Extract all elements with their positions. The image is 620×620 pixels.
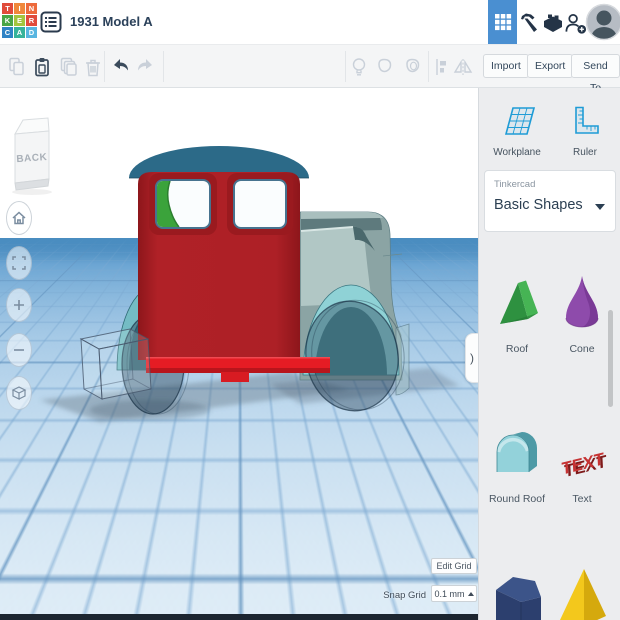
avatar[interactable] [585, 3, 620, 41]
dashboard-tiles-button[interactable] [488, 0, 517, 44]
logo-tile: R [26, 15, 37, 26]
tiles-grid-icon [494, 14, 511, 31]
zoom-out-button[interactable] [6, 333, 32, 367]
panel-collapse-handle[interactable]: ) [465, 333, 478, 383]
perspective-toggle-button[interactable] [6, 376, 32, 410]
caret-up-icon [467, 591, 474, 596]
zoom-in-button[interactable] [6, 288, 32, 322]
shape-item-text[interactable]: TEXT TEXT [557, 428, 610, 483]
toolbar-separator [163, 51, 164, 82]
workplane-label: Workplane [493, 147, 541, 158]
logo-tile: T [2, 3, 13, 14]
toolbar-separator [428, 51, 429, 82]
export-button[interactable]: Export [527, 54, 574, 78]
view-cube-face-label: BACK [16, 152, 48, 165]
workplane-icon [504, 107, 536, 135]
snap-grid-dropdown[interactable]: 0.1 mm [431, 585, 477, 602]
design-title: 1931 Model A [70, 14, 153, 29]
logo-tile: N [26, 3, 37, 14]
panel-scrollbar[interactable] [608, 310, 613, 407]
logo-tile: E [14, 15, 25, 26]
copy-icon[interactable] [4, 54, 30, 80]
blocks-pickaxe-icon[interactable] [517, 11, 541, 35]
home-view-button[interactable] [6, 201, 32, 235]
shape-label: Cone [569, 343, 595, 355]
workplane-front-edge [0, 614, 478, 620]
paste-icon[interactable] [29, 54, 55, 80]
snap-grid-label: Snap Grid [383, 590, 426, 601]
show-all-lightbulb-icon[interactable] [346, 54, 372, 80]
cone-shape-icon [565, 276, 599, 328]
polygon-shape-icon [496, 577, 541, 620]
library-label: Tinkercad [494, 179, 536, 190]
wireframe-box-shape[interactable] [79, 328, 152, 400]
ruler-label: Ruler [573, 147, 597, 158]
toolbar: Import Export Send To [0, 44, 620, 94]
shape-label: Roof [505, 343, 529, 355]
text-shape-icon: TEXT TEXT [559, 449, 610, 481]
logo-tile: K [2, 15, 13, 26]
duplicate-icon[interactable] [56, 54, 82, 80]
logo-tile: C [2, 27, 13, 38]
roof-shape-icon [500, 280, 538, 324]
ruler-icon [575, 106, 599, 134]
fit-view-button[interactable] [6, 246, 32, 280]
tinkercad-logo[interactable]: T I N K E R C A D [2, 3, 37, 38]
cab-shape[interactable] [129, 146, 309, 360]
mirror-flip-icon[interactable] [450, 54, 476, 80]
solid-shape-icon[interactable] [372, 54, 398, 80]
shapes-panel: Workplane Ruler Tinkercad Basic Shapes R… [478, 88, 620, 620]
redo-icon[interactable] [132, 54, 158, 80]
undo-icon[interactable] [108, 54, 134, 80]
brick-lego-icon[interactable] [541, 11, 565, 35]
shape-item-cone[interactable] [559, 272, 605, 337]
logo-tile: D [26, 27, 37, 38]
edit-grid-button[interactable]: Edit Grid [431, 558, 477, 574]
shape-label: Round Roof [488, 493, 546, 505]
workplane-tool[interactable]: Workplane [487, 105, 547, 158]
round-roof-shape-icon [496, 432, 537, 472]
snap-grid-value: 0.1 mm [434, 588, 465, 599]
shape-item-round-roof[interactable] [491, 426, 543, 483]
logo-tile: I [14, 3, 25, 14]
design-menu-icon[interactable] [40, 11, 62, 33]
panel-collapse-glyph: ) [470, 351, 474, 365]
model-1931-model-a[interactable] [0, 88, 478, 620]
shape-label: Text [572, 493, 592, 505]
shape-item-pyramid[interactable] [555, 564, 611, 620]
chevron-down-icon [595, 204, 605, 210]
logo-tile: A [14, 27, 25, 38]
pyramid-shape-icon [560, 569, 606, 620]
header: T I N K E R C A D 1931 Model A [0, 0, 620, 44]
ruler-tool[interactable]: Ruler [555, 105, 615, 158]
send-to-button[interactable]: Send To [571, 54, 620, 94]
delete-trash-icon[interactable] [80, 54, 106, 80]
view-cube[interactable]: BACK [8, 104, 56, 196]
toolbar-separator [104, 51, 105, 82]
shape-item-roof[interactable] [489, 274, 545, 335]
3d-viewport[interactable]: BACK ) Edit Grid Snap Grid 0.1 mm [0, 88, 478, 620]
import-button[interactable]: Import [483, 54, 529, 78]
library-value: Basic Shapes [494, 197, 583, 213]
shape-item-polygon[interactable] [489, 566, 545, 620]
hole-shape-icon[interactable] [400, 54, 426, 80]
shape-library-dropdown[interactable]: Tinkercad Basic Shapes [484, 170, 616, 232]
